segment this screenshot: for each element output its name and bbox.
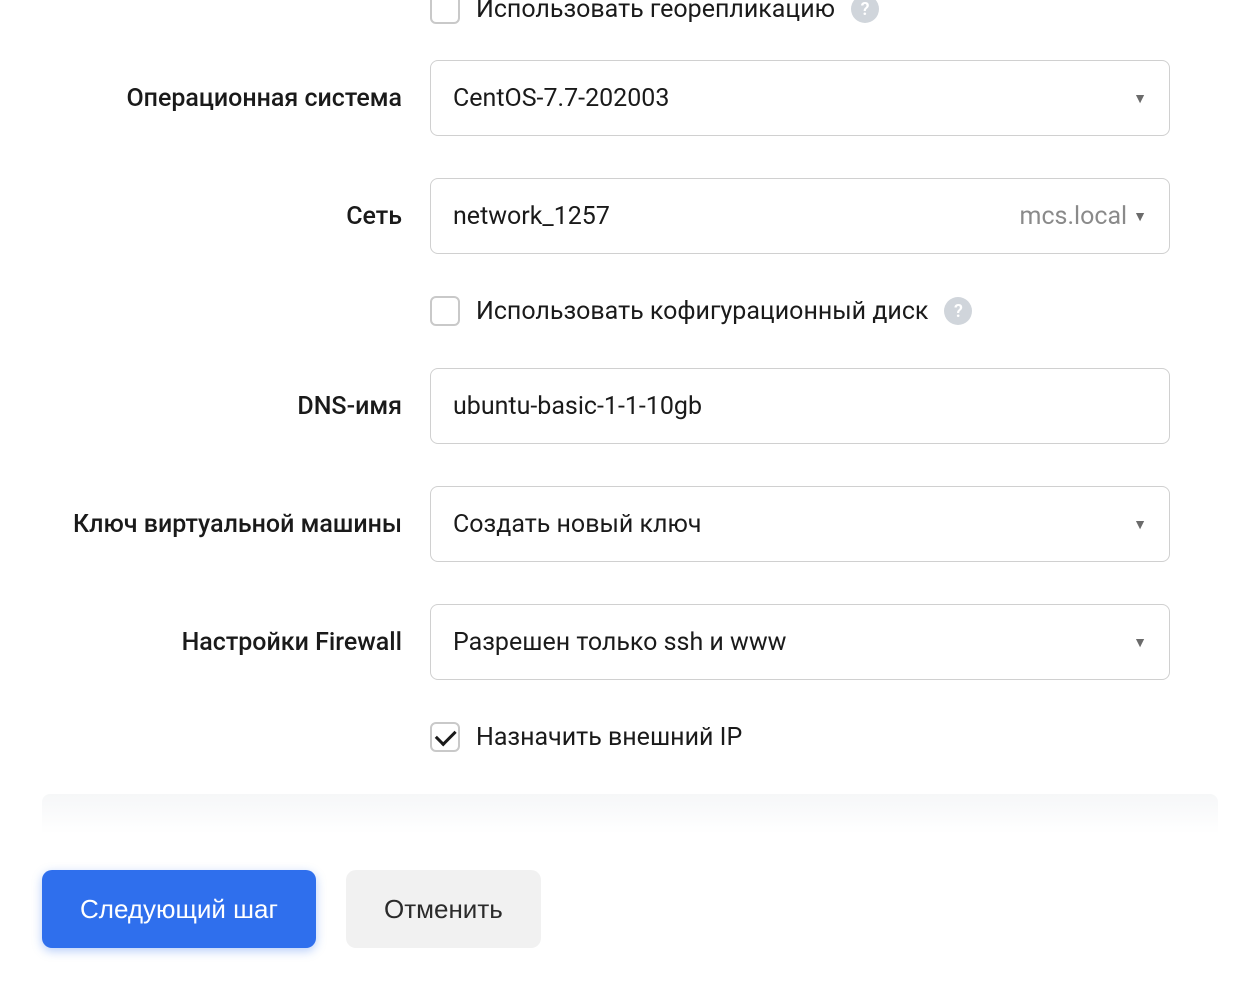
firewall-value: Разрешен только ssh и www (453, 628, 786, 657)
next-step-button[interactable]: Следующий шаг (42, 870, 316, 948)
os-select[interactable]: CentOS-7.7-202003 ▼ (430, 60, 1170, 136)
firewall-select[interactable]: Разрешен только ssh и www ▼ (430, 604, 1170, 680)
cancel-button[interactable]: Отменить (346, 870, 541, 948)
chevron-down-icon: ▼ (1133, 90, 1147, 107)
config-disk-label: Использовать кофигурационный диск (476, 297, 928, 326)
external-ip-label: Назначить внешний IP (476, 723, 742, 752)
georeplication-label: Использовать георепликацию (476, 0, 835, 24)
vm-key-label: Ключ виртуальной машины (42, 510, 430, 539)
vm-key-select[interactable]: Создать новый ключ ▼ (430, 486, 1170, 562)
help-icon[interactable]: ? (851, 0, 879, 23)
os-value: CentOS-7.7-202003 (453, 84, 669, 113)
os-label: Операционная система (42, 84, 430, 113)
georeplication-checkbox[interactable] (430, 0, 460, 24)
footer-divider (42, 794, 1218, 834)
network-value: network_1257 (453, 202, 610, 231)
vm-key-value: Создать новый ключ (453, 510, 702, 539)
network-select[interactable]: network_1257 mcs.local ▼ (430, 178, 1170, 254)
config-disk-checkbox[interactable] (430, 296, 460, 326)
dns-name-value: ubuntu-basic-1-1-10gb (453, 392, 702, 421)
dns-name-input[interactable]: ubuntu-basic-1-1-10gb (430, 368, 1170, 444)
firewall-label: Настройки Firewall (42, 628, 430, 657)
chevron-down-icon: ▼ (1133, 208, 1147, 225)
dns-name-label: DNS-имя (42, 392, 430, 421)
external-ip-checkbox[interactable] (430, 722, 460, 752)
chevron-down-icon: ▼ (1133, 516, 1147, 533)
chevron-down-icon: ▼ (1133, 634, 1147, 651)
network-suffix: mcs.local (1020, 202, 1128, 231)
network-label: Сеть (42, 202, 430, 231)
help-icon[interactable]: ? (944, 297, 972, 325)
